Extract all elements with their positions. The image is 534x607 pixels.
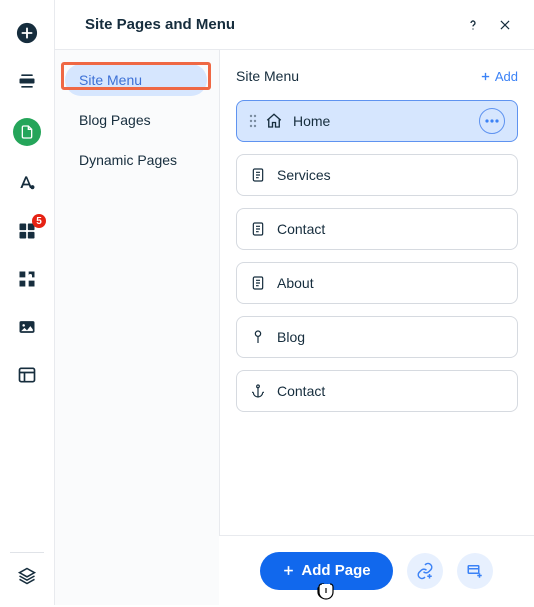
- page-item-home[interactable]: Home: [236, 100, 518, 142]
- plugins-icon[interactable]: [16, 268, 38, 290]
- page-label: Blog: [277, 329, 505, 345]
- add-page-button[interactable]: Add Page: [260, 552, 392, 590]
- page-item-contact-anchor[interactable]: Contact: [236, 370, 518, 412]
- layers-icon[interactable]: [16, 565, 38, 587]
- page-icon: [249, 220, 267, 238]
- add-page-label: Add Page: [301, 562, 370, 579]
- help-icon[interactable]: [462, 14, 484, 36]
- tab-blog-pages[interactable]: Blog Pages: [65, 104, 207, 136]
- section-title: Site Menu: [236, 68, 480, 84]
- drag-handle-icon[interactable]: [249, 114, 257, 128]
- sections-icon[interactable]: [16, 70, 38, 92]
- home-icon: [265, 112, 283, 130]
- page-label: Services: [277, 167, 505, 183]
- page-label: About: [277, 275, 505, 291]
- page-label: Contact: [277, 383, 505, 399]
- design-icon[interactable]: [16, 172, 38, 194]
- apps-icon[interactable]: 5: [16, 220, 38, 242]
- page-label: Home: [293, 113, 469, 129]
- tabs-column: Site Menu Blog Pages Dynamic Pages: [55, 50, 220, 605]
- add-link[interactable]: Add: [480, 69, 518, 84]
- page-list: Home Services Contact: [236, 100, 518, 412]
- add-link-button[interactable]: [407, 553, 443, 589]
- cms-icon[interactable]: [16, 364, 38, 386]
- add-section-button[interactable]: [457, 553, 493, 589]
- add-icon[interactable]: [16, 22, 38, 44]
- pages-panel: Site Pages and Menu Site Menu Blog Pages…: [54, 0, 534, 605]
- page-icon: [249, 166, 267, 184]
- page-icon: [249, 274, 267, 292]
- left-rail: 5: [0, 0, 54, 605]
- pages-icon[interactable]: [13, 118, 41, 146]
- media-icon[interactable]: [16, 316, 38, 338]
- page-item-contact[interactable]: Contact: [236, 208, 518, 250]
- add-link-label: Add: [495, 69, 518, 84]
- pages-main: Site Menu Add Home: [220, 50, 534, 605]
- section-header: Site Menu Add: [236, 68, 518, 84]
- page-item-services[interactable]: Services: [236, 154, 518, 196]
- tab-site-menu[interactable]: Site Menu: [65, 64, 207, 96]
- pin-icon: [249, 328, 267, 346]
- panel-title: Site Pages and Menu: [85, 16, 452, 33]
- panel-footer: Add Page: [219, 535, 534, 605]
- page-actions-icon[interactable]: [479, 108, 505, 134]
- page-label: Contact: [277, 221, 505, 237]
- close-icon[interactable]: [494, 14, 516, 36]
- page-item-about[interactable]: About: [236, 262, 518, 304]
- apps-badge: 5: [32, 214, 46, 228]
- panel-header: Site Pages and Menu: [55, 0, 534, 50]
- tab-dynamic-pages[interactable]: Dynamic Pages: [65, 144, 207, 176]
- page-item-blog[interactable]: Blog: [236, 316, 518, 358]
- anchor-icon: [249, 382, 267, 400]
